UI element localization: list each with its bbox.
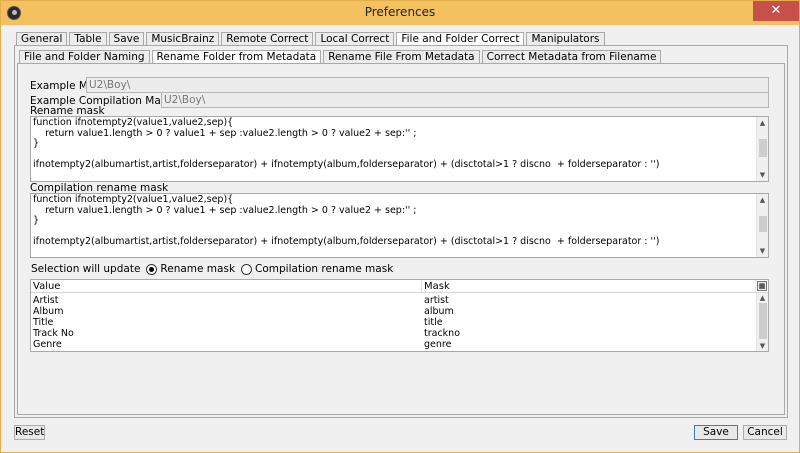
table-header: Value Mask ▦ <box>31 280 768 293</box>
tab-general[interactable]: General <box>16 32 68 46</box>
selection-radio-group: Selection will update Rename mask Compil… <box>31 263 393 275</box>
subtab-rename-file-from-metadata[interactable]: Rename File From Metadata <box>323 50 480 64</box>
scroll-up-icon[interactable]: ▲ <box>757 117 768 129</box>
rename-mask-code: function ifnotempty2(value1,value2,sep){… <box>33 117 660 170</box>
tab-save[interactable]: Save <box>108 32 145 46</box>
window-title: Preferences <box>364 5 436 19</box>
scroll-down-icon[interactable]: ▼ <box>757 341 768 351</box>
example-mask-field: U2\Boy\ <box>86 77 769 93</box>
radio-compilation-rename-mask[interactable] <box>241 263 253 275</box>
scroll-down-icon[interactable]: ▼ <box>757 245 768 257</box>
table-row[interactable]: Genre genre <box>31 339 756 350</box>
sub-tab-bar: File and Folder Naming Rename Folder fro… <box>19 50 663 65</box>
top-tab-bar: General Table Save MusicBrainz Remote Co… <box>16 32 607 47</box>
close-button[interactable]: ✕ <box>753 1 799 21</box>
column-header-value[interactable]: Value <box>31 280 422 293</box>
preferences-window: Preferences ✕ General Table Save MusicBr… <box>0 0 800 453</box>
table-row[interactable]: Title title <box>31 317 756 328</box>
rename-mask-scrollbar[interactable]: ▲ ▼ <box>756 117 768 181</box>
column-header-mask[interactable]: Mask <box>422 280 756 293</box>
column-chooser-icon[interactable]: ▦ <box>757 281 767 291</box>
title-bar[interactable]: Preferences ✕ <box>1 1 799 25</box>
scroll-thumb[interactable] <box>759 216 767 232</box>
radio-compilation-rename-mask-label[interactable]: Compilation rename mask <box>255 263 393 275</box>
example-compilation-mask-field: U2\Boy\ <box>161 92 769 108</box>
scroll-down-icon[interactable]: ▼ <box>757 169 768 181</box>
selection-label: Selection will update <box>31 263 141 275</box>
table-row[interactable]: Album album <box>31 306 756 317</box>
cancel-button[interactable]: Cancel <box>743 425 787 440</box>
save-button[interactable]: Save <box>694 425 738 440</box>
subtab-correct-metadata-from-filename[interactable]: Correct Metadata from Filename <box>481 50 662 64</box>
scroll-up-icon[interactable]: ▲ <box>757 293 768 303</box>
reset-button[interactable]: Reset <box>14 425 45 440</box>
subtab-file-and-folder-naming[interactable]: File and Folder Naming <box>19 50 150 64</box>
scroll-up-icon[interactable]: ▲ <box>757 194 768 206</box>
tab-remote-correct[interactable]: Remote Correct <box>221 32 314 46</box>
tab-manipulators[interactable]: Manipulators <box>526 32 605 46</box>
value-mask-table: Value Mask ▦ Artist artist Album album T… <box>30 279 769 352</box>
tab-table[interactable]: Table <box>69 32 107 46</box>
tab-local-correct[interactable]: Local Correct <box>315 32 395 46</box>
radio-rename-mask-label[interactable]: Rename mask <box>160 263 235 275</box>
rename-mask-editor[interactable]: function ifnotempty2(value1,value2,sep){… <box>30 116 769 182</box>
scroll-thumb[interactable] <box>759 139 767 157</box>
table-row[interactable]: Artist artist <box>31 295 756 306</box>
scroll-thumb[interactable] <box>759 303 767 339</box>
compilation-rename-mask-scrollbar[interactable]: ▲ ▼ <box>756 194 768 257</box>
table-row[interactable]: Track No trackno <box>31 328 756 339</box>
compilation-rename-mask-editor[interactable]: function ifnotempty2(value1,value2,sep){… <box>30 193 769 258</box>
tab-musicbrainz[interactable]: MusicBrainz <box>146 32 220 46</box>
table-scrollbar[interactable]: ▲ ▼ <box>756 293 768 351</box>
radio-rename-mask[interactable] <box>146 263 158 275</box>
compilation-rename-mask-code: function ifnotempty2(value1,value2,sep){… <box>33 194 660 247</box>
